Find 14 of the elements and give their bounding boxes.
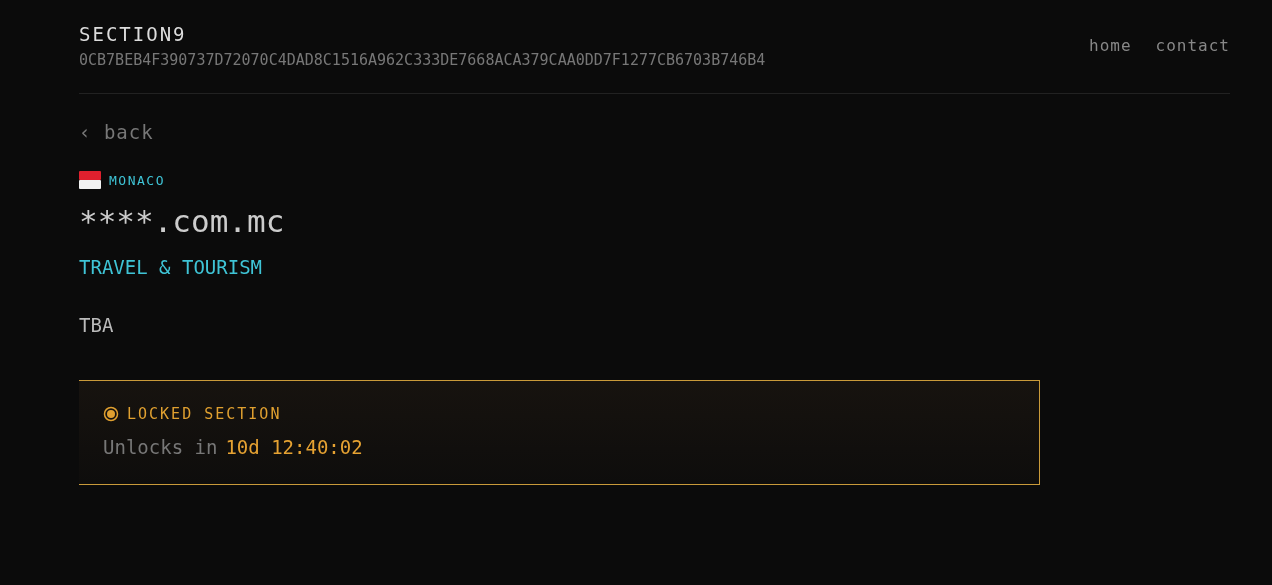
flag-icon — [79, 171, 101, 190]
domain-title: ****.com.mc — [79, 202, 286, 241]
site-title: SECTION9 — [79, 22, 188, 47]
panel-title: LOCKED SECTION — [127, 403, 282, 425]
status-dot-icon — [103, 405, 119, 422]
nav-link[interactable]: home — [1089, 33, 1132, 58]
country-label: MONACO — [109, 171, 165, 190]
unlock-label: Unlocks in — [103, 435, 218, 460]
description-text: TBA — [79, 313, 115, 338]
countdown-text: 10d 12:40:02 — [225, 435, 363, 460]
category-label: TRAVEL & TOURISM — [79, 254, 264, 280]
back-link[interactable]: ‹ back — [79, 121, 154, 143]
nav-link[interactable]: contact — [1155, 33, 1230, 58]
hash-text: 0CB7BEB4F390737D72070C4DAD8C1516A962C333DE7668ACA379CAA0DD7F1277CB6703B746B4 — [79, 49, 766, 71]
